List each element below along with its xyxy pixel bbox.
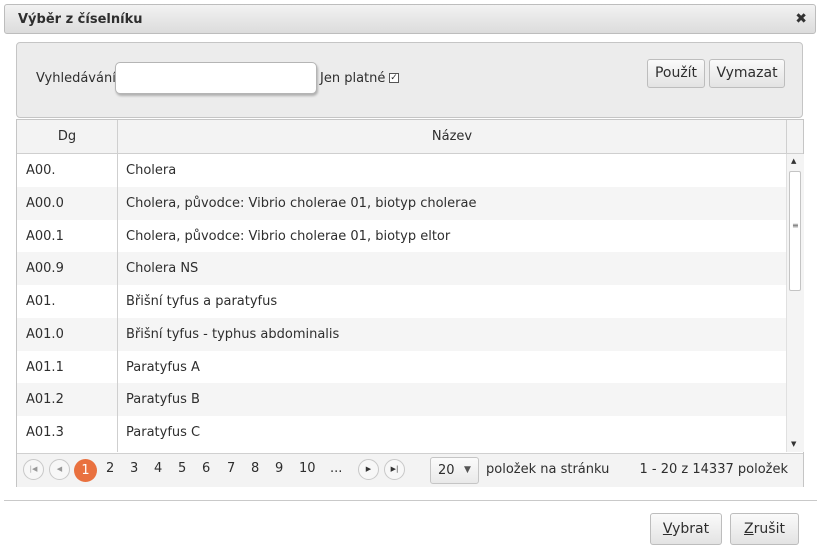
vertical-scrollbar[interactable]: ▲ ≡ ▼ <box>786 154 804 452</box>
row-name: Břišní tyfus - typhus abdominalis <box>126 326 340 342</box>
row-name: Cholera, původce: Vibrio cholerae 01, bi… <box>126 228 451 244</box>
column-header-dg[interactable]: Dg <box>17 120 118 153</box>
dropdown-arrow-icon: ▼ <box>464 465 471 475</box>
apply-button[interactable]: Použít <box>647 59 705 88</box>
page-size-select[interactable]: 20 ▼ <box>430 457 479 484</box>
results-grid: Dg Název A00. Cholera A00.0 Cholera, původ… <box>16 119 804 487</box>
row-code: A00.9 <box>26 261 64 277</box>
row-code: A00.0 <box>26 195 64 211</box>
dialog-titlebar: Výběr z číselníku ✖ <box>4 4 816 34</box>
scroll-up-icon[interactable]: ▲ <box>791 157 796 165</box>
next-page-icon[interactable]: ▶ <box>358 459 379 480</box>
cancel-button[interactable]: Zrušit <box>730 513 799 545</box>
search-label: Vyhledávání <box>36 71 116 86</box>
grid-header: Dg Název <box>17 120 803 154</box>
row-code: A01.2 <box>26 392 64 408</box>
page-link-7[interactable]: 7 <box>227 461 235 476</box>
clear-button[interactable]: Vymazat <box>709 59 785 88</box>
prev-page-icon[interactable]: ◀ <box>49 459 70 480</box>
page-link-10[interactable]: 10 <box>299 461 316 476</box>
column-header-name[interactable]: Název <box>118 120 787 153</box>
table-row[interactable]: A00.0 Cholera, původce: Vibrio cholerae 0… <box>17 186 786 220</box>
cancel-label: rušit <box>753 521 785 537</box>
first-page-icon[interactable]: |◀ <box>23 459 44 480</box>
grip-icon: ≡ <box>792 221 799 230</box>
page-link-9[interactable]: 9 <box>275 461 283 476</box>
row-name: Paratyfus B <box>126 392 200 408</box>
footer-divider <box>4 500 817 501</box>
row-name: Cholera <box>126 163 177 178</box>
row-name: Břišní tyfus a paratyfus <box>126 294 278 309</box>
row-name: Cholera NS <box>126 261 199 277</box>
table-row[interactable]: A01.1 Paratyfus A <box>17 351 786 384</box>
last-page-icon[interactable]: ▶| <box>384 459 405 480</box>
table-row[interactable]: A00.1 Cholera, původce: Vibrio cholerae 0… <box>17 220 786 253</box>
table-row[interactable]: A00.9 Cholera NS <box>17 252 786 285</box>
page-link-5[interactable]: 5 <box>178 461 186 476</box>
filter-panel: Vyhledávání Jen platné ✓ Použít Vymazat <box>16 42 803 118</box>
valid-only-checkbox[interactable]: ✓ <box>389 73 399 83</box>
search-input[interactable] <box>115 62 317 94</box>
select-accesskey: V <box>662 521 673 537</box>
scrollbar-thumb[interactable]: ≡ <box>789 171 801 291</box>
close-icon[interactable]: ✖ <box>795 11 807 27</box>
row-code: A01.1 <box>26 359 64 375</box>
row-code: A00.1 <box>26 228 64 244</box>
table-row[interactable]: A01. Břišní tyfus a paratyfus <box>17 285 786 318</box>
valid-only-label: Jen platné <box>320 71 386 86</box>
pager-info: 1 - 20 z 14337 položek <box>639 462 788 477</box>
row-name: Paratyfus A <box>126 359 200 375</box>
grid-body: A00. Cholera A00.0 Cholera, původce: Vibri… <box>17 154 786 452</box>
cancel-accesskey: Z <box>744 521 754 537</box>
table-row[interactable]: A01.2 Paratyfus B <box>17 383 786 416</box>
column-divider <box>117 154 118 452</box>
table-row[interactable]: A01.3 Paratyfus C <box>17 416 786 449</box>
row-code: A01.3 <box>26 425 64 440</box>
page-size-value: 20 <box>438 463 455 478</box>
page-link-8[interactable]: 8 <box>251 461 259 476</box>
per-page-label: položek na stránku <box>486 462 610 477</box>
page-link-2[interactable]: 2 <box>106 461 114 476</box>
table-row[interactable]: A01.0 Břišní tyfus - typhus abdominalis <box>17 317 786 351</box>
page-link-4[interactable]: 4 <box>154 461 162 476</box>
pager: |◀ ◀ 1 2 3 4 5 6 7 8 9 10 ... ▶ ▶| 20 ▼ … <box>17 453 803 487</box>
table-row[interactable]: A00. Cholera <box>17 154 786 187</box>
row-code: A01. <box>26 294 56 309</box>
row-code: A01.0 <box>26 326 64 342</box>
page-link-3[interactable]: 3 <box>130 461 138 476</box>
page-link-6[interactable]: 6 <box>202 461 210 476</box>
select-label: ybrat <box>672 521 710 537</box>
row-name: Cholera, původce: Vibrio cholerae 01, bi… <box>126 195 477 211</box>
page-link-1[interactable]: 1 <box>74 459 97 482</box>
page-link-more[interactable]: ... <box>330 461 342 476</box>
row-code: A00. <box>26 163 56 178</box>
select-button[interactable]: Vybrat <box>650 513 722 545</box>
dialog-title: Výběr z číselníku <box>18 12 143 27</box>
scroll-down-icon[interactable]: ▼ <box>791 440 796 448</box>
row-name: Paratyfus C <box>126 425 201 440</box>
